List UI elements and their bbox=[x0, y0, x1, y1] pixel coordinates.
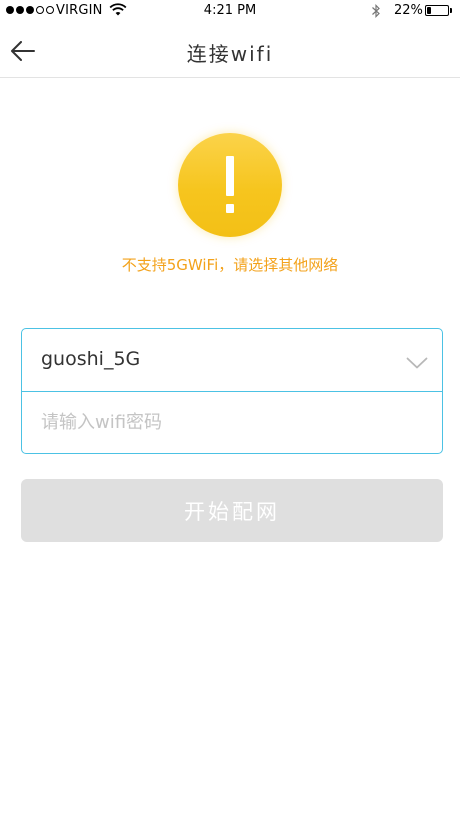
chevron-down-icon bbox=[406, 354, 428, 373]
wifi-form: guoshi_5G bbox=[21, 328, 443, 454]
page-title: 连接wifi bbox=[186, 42, 274, 66]
battery-percent: 22% bbox=[394, 3, 423, 18]
connect-wifi-screen: VIRGIN 4:21 PM 22% 连接wifi 不支持5GWiFi，请选择其… bbox=[0, 0, 460, 818]
warning-icon bbox=[178, 133, 282, 237]
bluetooth-icon bbox=[371, 3, 381, 23]
warning-message: 不支持5GWiFi，请选择其他网络 bbox=[121, 256, 339, 274]
ssid-select[interactable]: guoshi_5G bbox=[22, 329, 442, 392]
nav-bar: 连接wifi bbox=[0, 24, 460, 78]
battery-level bbox=[427, 7, 431, 14]
start-config-button[interactable]: 开始配网 bbox=[21, 479, 443, 542]
status-time: 4:21 PM bbox=[203, 3, 257, 18]
battery-icon bbox=[425, 5, 449, 16]
battery-tip bbox=[450, 8, 452, 13]
status-bar: VIRGIN 4:21 PM 22% bbox=[0, 0, 460, 24]
ssid-value: guoshi_5G bbox=[41, 348, 141, 370]
exclamation-icon bbox=[226, 156, 234, 213]
password-input[interactable] bbox=[22, 392, 442, 453]
